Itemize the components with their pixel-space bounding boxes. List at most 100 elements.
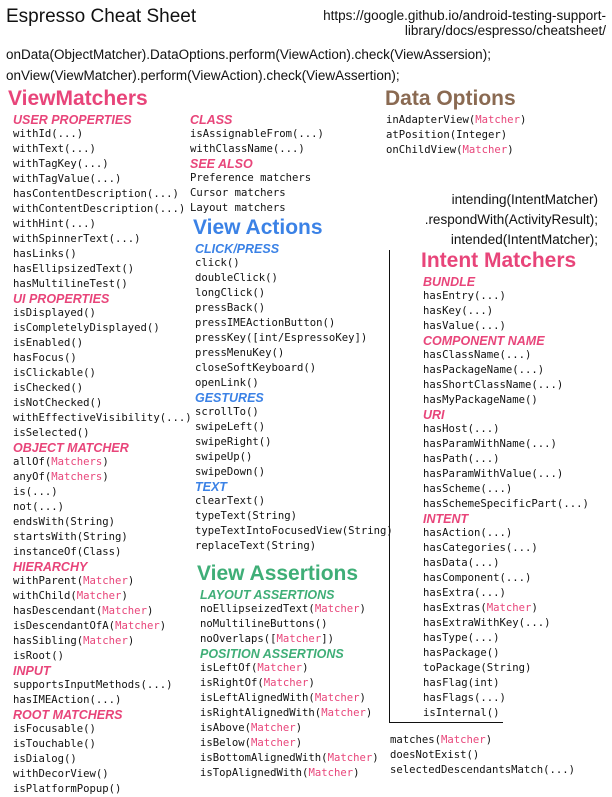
method-item: closeSoftKeyboard(): [195, 361, 393, 376]
view-actions-title: View Actions: [193, 216, 323, 239]
method-argument: Matcher: [251, 722, 296, 734]
method-name: noOverlaps([: [200, 633, 277, 645]
method-item: withTagKey(...): [13, 157, 192, 172]
method-name: allOf(: [13, 456, 52, 468]
method-item: hasExtras(Matcher): [423, 601, 589, 616]
section-heading-position-assertions: POSITION ASSERTIONS: [200, 647, 344, 661]
method-name: isCompletelyDisplayed(): [13, 322, 160, 334]
section-heading-user-properties: USER PROPERTIES: [13, 113, 132, 127]
method-name: hasMyPackageName(): [423, 394, 538, 406]
method-item: isCompletelyDisplayed(): [13, 321, 192, 336]
method-item: isClickable(): [13, 366, 192, 381]
method-item: hasContentDescription(...): [13, 187, 192, 202]
method-close: ): [359, 692, 366, 704]
method-item: endsWith(String): [13, 515, 192, 530]
method-item: isBelow(Matcher): [200, 736, 379, 751]
method-item: withDecorView(): [13, 767, 192, 782]
method-item: pressKey([int/EspressoKey]): [195, 331, 393, 346]
method-name: hasIMEAction(...): [13, 694, 122, 706]
method-close: ): [159, 620, 167, 632]
method-close: ): [127, 575, 135, 587]
method-name: withEffectiveVisibility(...): [13, 412, 192, 424]
data-options-title: Data Options: [385, 87, 516, 110]
method-name: hasFlags(...): [423, 692, 506, 704]
method-argument: Matcher: [475, 114, 520, 126]
section-heading-layout-assertions: LAYOUT ASSERTIONS: [200, 588, 335, 602]
method-item: isRightOf(Matcher): [200, 676, 379, 691]
method-item: anyOf(Matchers): [13, 470, 192, 485]
method-item: doubleClick(): [195, 271, 393, 286]
method-name: hasParamWithName(...): [423, 438, 557, 450]
method-item: instanceOf(Class): [13, 545, 192, 560]
method-item: longClick(): [195, 286, 393, 301]
method-name: hasData(...): [423, 557, 500, 569]
method-item: hasSibling(Matcher): [13, 634, 192, 649]
method-item: withClassName(...): [190, 142, 324, 157]
intended-line: intended(IntentMatcher);: [450, 232, 598, 247]
method-argument: Matcher: [462, 144, 508, 156]
method-name: hasShortClassName(...): [423, 379, 564, 391]
respond-with-line: .respondWith(ActivityResult);: [424, 212, 598, 227]
method-item: pressMenuKey(): [195, 346, 393, 361]
method-item: hasValue(...): [423, 319, 589, 334]
method-item: isChecked(): [13, 381, 192, 396]
method-name: onChildView(: [386, 144, 463, 156]
method-name: isEnabled(): [13, 337, 84, 349]
method-item: is(...): [13, 485, 192, 500]
method-item: Layout matchers: [190, 201, 324, 216]
method-argument: Matcher: [257, 662, 303, 674]
method-name: isDescendantOfA(: [13, 620, 116, 632]
method-name: hasPackageName(...): [423, 364, 545, 376]
method-item: hasMyPackageName(): [423, 393, 589, 408]
method-name: isLeftOf(: [200, 662, 258, 674]
method-item: Preference matchers: [190, 171, 324, 186]
method-name: Preference matchers: [190, 172, 312, 184]
page-title: Espresso Cheat Sheet: [6, 6, 197, 27]
class-matchers-list: CLASS isAssignableFrom(...) withClassName(…: [190, 113, 324, 216]
method-item: hasComponent(...): [423, 571, 589, 586]
view-assertions-list: LAYOUT ASSERTIONS noEllipseizedText(Match…: [200, 588, 379, 781]
intent-matchers-list: BUNDLE hasEntry(...) hasKey(...) hasValue(.…: [423, 275, 589, 721]
method-item: hasClassName(...): [423, 348, 589, 363]
docs-url[interactable]: https://google.github.io/android-testing…: [323, 8, 606, 38]
method-name: isBelow(: [200, 737, 252, 749]
method-item: hasIMEAction(...): [13, 693, 192, 708]
method-name: toPackage(String): [423, 662, 532, 674]
method-item: swipeDown(): [195, 465, 393, 480]
section-heading-click-press: CLICK/PRESS: [195, 242, 280, 256]
method-name: hasEllipsizedText(): [13, 263, 135, 275]
method-name: hasScheme(...): [423, 483, 513, 495]
method-item: matches(Matcher): [390, 733, 575, 748]
method-name: isNotChecked(): [13, 397, 103, 409]
method-item: hasParamWithName(...): [423, 437, 589, 452]
method-item: withId(...): [13, 127, 192, 142]
method-item: hasLinks(): [13, 247, 192, 262]
method-name: isBottomAlignedWith(: [200, 752, 328, 764]
method-name: hasType(...): [423, 632, 500, 644]
method-name: isClickable(): [13, 367, 96, 379]
section-heading-ui-properties: UI PROPERTIES: [13, 292, 110, 306]
method-item: scrollTo(): [195, 405, 393, 420]
section-heading-root-matchers: ROOT MATCHERS: [13, 708, 123, 722]
intent-divider-vertical: [389, 250, 390, 723]
method-item: hasPackageName(...): [423, 363, 589, 378]
method-name: hasCategories(...): [423, 542, 538, 554]
method-name: pressIMEActionButton(): [195, 317, 336, 329]
method-name: startsWith(String): [13, 531, 128, 543]
method-item: atPosition(Integer): [386, 128, 526, 143]
intending-block: intending(IntentMatcher) .respondWith(Ac…: [425, 190, 598, 250]
method-argument: Matchers: [51, 456, 103, 468]
method-name: swipeRight(): [195, 436, 272, 448]
method-item: isSelected(): [13, 426, 192, 441]
method-item: isTouchable(): [13, 737, 192, 752]
method-name: isDialog(): [13, 753, 77, 765]
section-heading-object-matcher: OBJECT MATCHER: [13, 441, 129, 455]
method-argument: Matcher: [276, 633, 322, 645]
method-name: isTopAlignedWith(: [200, 767, 309, 779]
method-name: noMultilineButtons(): [200, 618, 328, 630]
method-name: hasParamWithValue(...): [423, 468, 564, 480]
method-item: hasShortClassName(...): [423, 378, 589, 393]
method-close: ): [353, 767, 360, 779]
method-name: isDisplayed(): [13, 307, 96, 319]
method-item: hasFocus(): [13, 351, 192, 366]
